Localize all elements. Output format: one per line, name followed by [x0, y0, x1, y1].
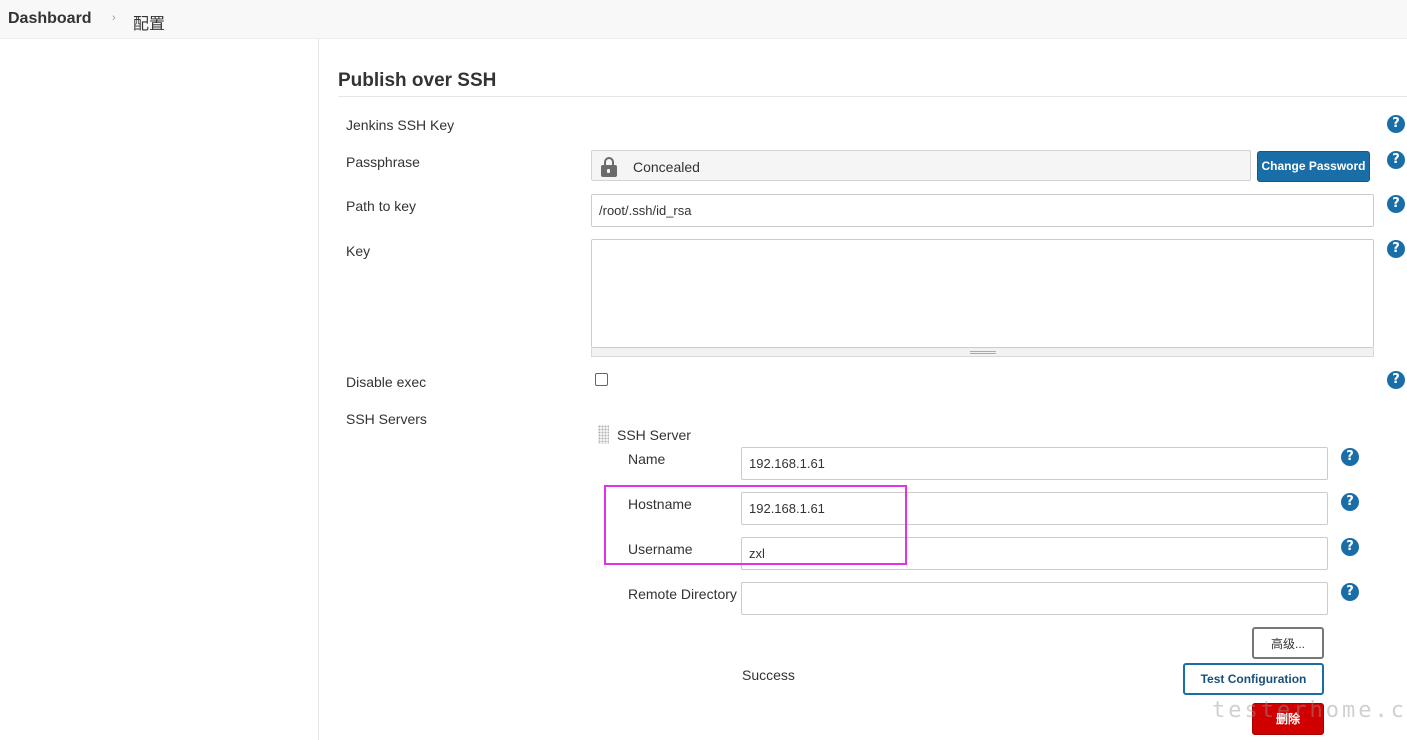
- breadcrumb-current-page: 配置: [133, 16, 166, 33]
- key-textarea[interactable]: [591, 239, 1374, 348]
- disable-exec-label: Disable exec: [346, 374, 427, 390]
- ssh-server-name-label: Name: [628, 451, 666, 467]
- advanced-button[interactable]: 高级...: [1252, 627, 1324, 659]
- help-icon[interactable]: ?: [1341, 538, 1359, 556]
- ssh-server-remote-directory-input[interactable]: [741, 582, 1328, 615]
- breadcrumb-separator-icon: ›: [112, 12, 116, 24]
- watermark: testerhome.com: [1212, 698, 1407, 723]
- change-password-button[interactable]: Change Password: [1257, 151, 1370, 182]
- help-icon[interactable]: ?: [1341, 583, 1359, 601]
- side-panel: [0, 39, 319, 740]
- help-icon[interactable]: ?: [1341, 448, 1359, 466]
- jenkins-ssh-key-label: Jenkins SSH Key: [346, 117, 455, 133]
- ssh-server-header: SSH Server: [617, 427, 691, 443]
- help-icon[interactable]: ?: [1387, 195, 1405, 213]
- section-divider: [338, 96, 1407, 97]
- help-icon[interactable]: ?: [1341, 493, 1359, 511]
- help-icon[interactable]: ?: [1387, 151, 1405, 169]
- ssh-server-name-input[interactable]: 192.168.1.61: [741, 447, 1328, 480]
- passphrase-concealed-field: Concealed: [591, 150, 1251, 181]
- disable-exec-checkbox[interactable]: [595, 373, 608, 386]
- breadcrumb: Dashboard › 配置: [0, 0, 1407, 39]
- drag-handle-icon[interactable]: [598, 425, 609, 444]
- breadcrumb-dashboard-link[interactable]: Dashboard: [8, 10, 92, 28]
- lock-icon: [600, 157, 618, 177]
- help-icon[interactable]: ?: [1387, 240, 1405, 258]
- ssh-server-remote-directory-label: Remote Directory: [628, 586, 737, 602]
- drag-bar-icon: [970, 351, 996, 354]
- help-icon[interactable]: ?: [1387, 115, 1405, 133]
- test-status-text: Success: [742, 667, 795, 683]
- path-to-key-label: Path to key: [346, 198, 417, 214]
- passphrase-label: Passphrase: [346, 154, 420, 170]
- ssh-servers-label: SSH Servers: [346, 411, 427, 427]
- test-configuration-button[interactable]: Test Configuration: [1183, 663, 1324, 695]
- passphrase-concealed-text: Concealed: [633, 159, 700, 175]
- help-icon[interactable]: ?: [1387, 371, 1405, 389]
- highlight-annotation-box: [604, 485, 907, 565]
- key-label: Key: [346, 243, 371, 259]
- section-title: Publish over SSH: [338, 70, 497, 91]
- key-textarea-expand-handle[interactable]: [591, 348, 1374, 357]
- path-to-key-input[interactable]: /root/.ssh/id_rsa: [591, 194, 1374, 227]
